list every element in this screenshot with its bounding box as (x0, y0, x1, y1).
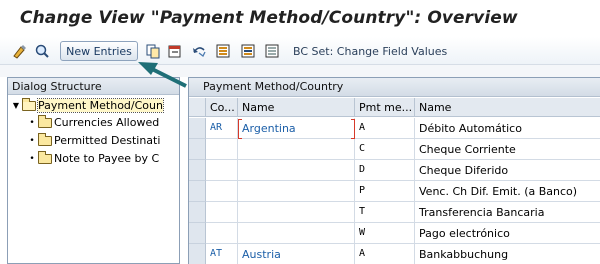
focus-bracket-left (238, 119, 242, 139)
cell-country-name (238, 202, 355, 223)
copy-icon[interactable] (145, 42, 161, 59)
cell-country[interactable] (206, 202, 238, 223)
select-all-rows-header[interactable] (189, 98, 206, 117)
tree-bullet-icon: • (29, 153, 35, 164)
cell-payment-method[interactable]: D (355, 160, 415, 181)
display-change-icon[interactable] (12, 42, 28, 59)
cell-method-name[interactable]: Cheque Corriente (415, 139, 600, 160)
cell-country[interactable] (206, 223, 238, 244)
folder-icon (38, 150, 52, 164)
row-selector[interactable] (189, 139, 206, 160)
delete-icon[interactable] (167, 42, 183, 59)
cell-country[interactable]: AR (206, 118, 238, 139)
cell-payment-method[interactable]: A (355, 244, 415, 264)
payment-method-country-table: Payment Method/Country Co... Name Pmt me… (188, 77, 600, 264)
tree-node-label: Permitted Destinati (54, 134, 161, 147)
column-header-method-name[interactable]: Name (415, 98, 600, 117)
cell-method-name[interactable]: Transferencia Bancaria (415, 202, 600, 223)
folder-icon (38, 114, 52, 128)
cell-country-name (238, 223, 355, 244)
tree-bullet-icon: • (29, 135, 35, 146)
cell-country[interactable] (206, 181, 238, 202)
tree-node-permitted-destinations[interactable]: • Permitted Destinati (26, 132, 160, 149)
cell-country-name: Austria (238, 244, 355, 264)
tree-node-label: Note to Payee by C (54, 152, 160, 165)
bc-set-change-field-values[interactable]: BC Set: Change Field Values (293, 45, 447, 58)
row-selector[interactable] (189, 118, 206, 139)
cell-payment-method[interactable]: C (355, 139, 415, 160)
new-entries-button[interactable]: New Entries (60, 41, 138, 61)
column-header-country[interactable]: Co... (206, 98, 238, 117)
dialog-structure-header: Dialog Structure (8, 78, 179, 95)
cell-method-name[interactable]: Pago electrónico (415, 223, 600, 244)
cell-country[interactable]: AT (206, 244, 238, 264)
row-selector[interactable] (189, 223, 206, 244)
row-selector[interactable] (189, 160, 206, 181)
cell-method-name[interactable]: Débito Automático (415, 118, 600, 139)
open-folder-icon (22, 97, 36, 111)
cell-country-name (238, 139, 355, 160)
select-block-icon[interactable] (240, 42, 256, 59)
cell-payment-method[interactable]: T (355, 202, 415, 223)
application-toolbar: New Entries BC Set: Change Field Values (0, 37, 600, 65)
cell-country[interactable] (206, 160, 238, 181)
table-title: Payment Method/Country (189, 78, 600, 97)
column-header-payment-method[interactable]: Pmt me... (355, 98, 415, 117)
row-selector[interactable] (189, 244, 206, 264)
screen-title-bar: Change View "Payment Method/Country": Ov… (0, 0, 600, 37)
screen-title: Change View "Payment Method/Country": Ov… (20, 8, 518, 28)
select-all-icon[interactable] (215, 42, 231, 59)
toolbar-gap (0, 65, 600, 77)
cell-method-name[interactable]: Venc. Ch Dif. Emit. (a Banco) (415, 181, 600, 202)
folder-icon (38, 132, 52, 146)
cell-country-name: Argentina (238, 118, 355, 139)
undo-icon[interactable] (191, 42, 207, 59)
find-icon[interactable] (34, 42, 50, 59)
row-selector[interactable] (189, 181, 206, 202)
deselect-all-icon[interactable] (264, 42, 280, 59)
dialog-structure-panel: Dialog Structure ▼ Payment Method/Coun •… (7, 77, 180, 264)
column-header-country-name[interactable]: Name (238, 98, 355, 117)
cell-payment-method[interactable]: P (355, 181, 415, 202)
cell-country-name (238, 181, 355, 202)
tree-bullet-icon: • (29, 117, 35, 128)
focus-bracket-right (351, 119, 355, 139)
cell-payment-method[interactable]: A (355, 118, 415, 139)
cell-payment-method[interactable]: W (355, 223, 415, 244)
cell-method-name[interactable]: Bankabbuchung (415, 244, 600, 264)
tree-node-currencies-allowed[interactable]: • Currencies Allowed (26, 114, 159, 131)
tree-expand-icon[interactable]: ▼ (10, 101, 22, 110)
cell-country-name (238, 160, 355, 181)
tree-node-label: Payment Method/Coun (37, 98, 164, 113)
tree-node-note-to-payee[interactable]: • Note to Payee by C (26, 150, 159, 167)
cell-method-name[interactable]: Cheque Diferido (415, 160, 600, 181)
tree-node-label: Currencies Allowed (54, 116, 160, 129)
tree-node-payment-method-country[interactable]: ▼ Payment Method/Coun (10, 97, 164, 114)
row-selector[interactable] (189, 202, 206, 223)
cell-country[interactable] (206, 139, 238, 160)
